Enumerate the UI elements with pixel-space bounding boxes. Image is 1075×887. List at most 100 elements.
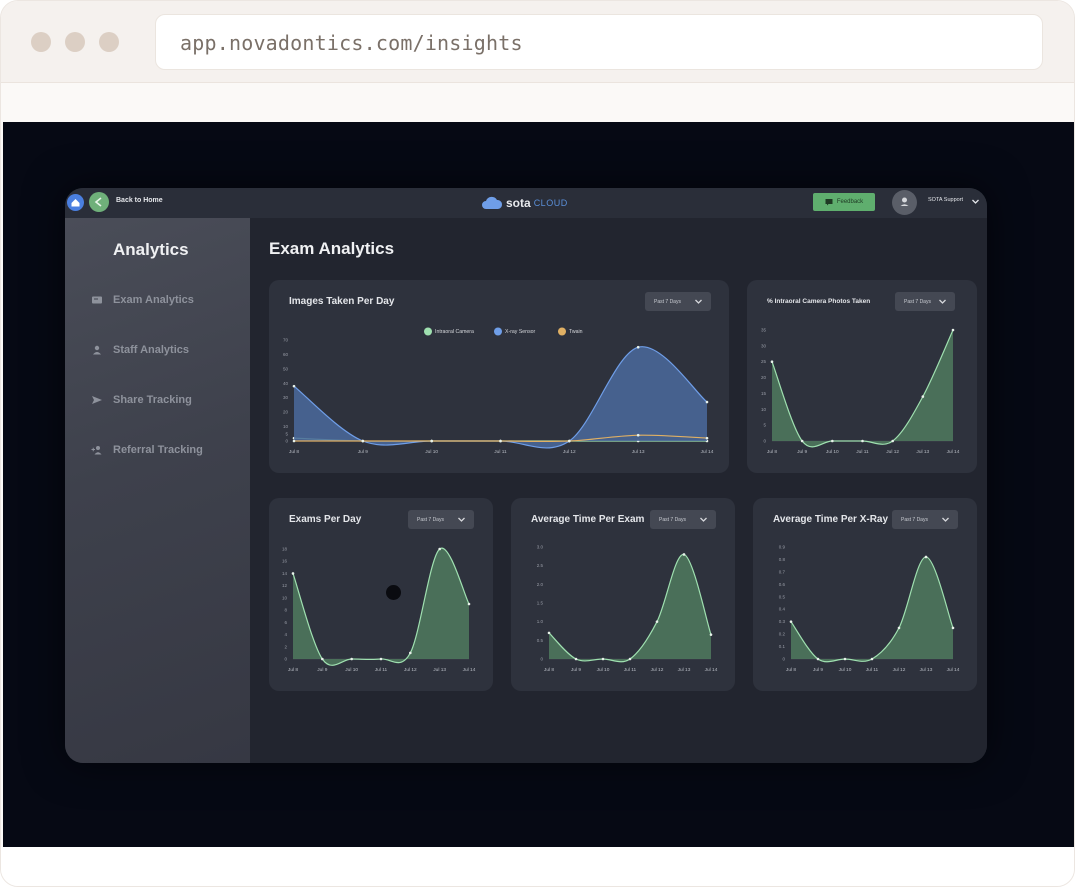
sidebar-item-label: Exam Analytics	[113, 294, 194, 306]
sidebar-item-share-tracking[interactable]: Share Tracking	[91, 390, 192, 410]
top-bar: Back to Home sota CLOUD Feedback SOTA Su…	[65, 188, 987, 218]
window-maximize-button[interactable]	[99, 32, 119, 52]
window-close-button[interactable]	[31, 32, 51, 52]
x-tick-label: Jul 11	[494, 449, 507, 455]
data-point	[682, 553, 686, 556]
x-tick-label: Jul 10	[826, 449, 839, 455]
images-taken-chart: 0 5 10 20 30 40 50 60 70 Jul 8 Jul 9 Jul 10 Jul 11 Ju…	[283, 327, 714, 455]
data-point	[601, 657, 605, 661]
y-tick-label: 12	[282, 583, 288, 588]
back-to-home-link[interactable]: Back to Home	[116, 197, 163, 204]
x-tick-label: Jul 9	[797, 449, 807, 455]
y-tick-label: 5	[285, 431, 288, 436]
data-point	[861, 439, 864, 443]
data-point	[292, 439, 296, 443]
user-name[interactable]: SOTA Support	[928, 197, 963, 203]
data-point	[709, 633, 713, 637]
y-tick-label: 50	[283, 366, 289, 371]
feedback-button[interactable]: Feedback	[813, 193, 875, 211]
data-point	[655, 620, 659, 623]
data-point	[430, 439, 433, 443]
data-point	[547, 631, 551, 635]
x-tick-label: Jul 12	[404, 667, 417, 673]
y-tick-label: 0	[284, 657, 287, 662]
legend-swatch	[494, 327, 502, 336]
data-point	[574, 657, 578, 661]
y-tick-label: 16	[282, 559, 288, 564]
x-tick-label: Jul 10	[425, 449, 438, 455]
data-point	[291, 572, 295, 575]
home-button[interactable]	[67, 194, 84, 211]
x-tick-label: Jul 10	[839, 667, 852, 673]
x-tick-label: Jul 11	[624, 667, 637, 673]
address-bar[interactable]: app.novadontics.com/insights	[155, 14, 1043, 70]
y-tick-label: 0.2	[779, 632, 786, 637]
chart-card-avg-time-exam: Average Time Per Exam Past 7 Days 0 0.5 1.…	[511, 498, 735, 691]
x-tick-label: Jul 12	[563, 449, 576, 455]
sidebar-item-referral-tracking[interactable]: Referral Tracking	[91, 440, 203, 460]
data-point	[831, 439, 834, 443]
x-tick-label: Jul 11	[375, 667, 388, 673]
person-icon	[93, 345, 101, 355]
y-tick-label: 0.4	[779, 607, 786, 612]
data-point	[897, 626, 901, 630]
y-tick-label: 0.1	[779, 644, 786, 649]
y-tick-label: 5	[763, 423, 766, 428]
y-tick-label: 3.0	[537, 545, 544, 550]
x-tick-label: Jul 12	[886, 449, 899, 455]
y-tick-label: 14	[282, 571, 288, 576]
x-tick-label: Jul 8	[786, 667, 796, 673]
legend-swatch	[424, 327, 432, 336]
data-point	[350, 657, 353, 661]
data-point	[800, 439, 804, 443]
data-point	[770, 360, 774, 364]
y-tick-label: 8	[284, 608, 287, 613]
y-tick-label: 0	[285, 439, 288, 444]
chart-card-avg-time-xray: Average Time Per X-Ray Past 7 Days 0 0.1 0…	[753, 498, 977, 691]
x-tick-label: Jul 9	[571, 667, 581, 673]
data-point	[789, 620, 793, 623]
data-point	[568, 439, 571, 443]
x-tick-label: Jul 14	[463, 667, 476, 673]
screenshot-stage: Back to Home sota CLOUD Feedback SOTA Su…	[3, 122, 1074, 847]
data-point	[891, 439, 894, 443]
x-tick-label: Jul 9	[813, 667, 823, 673]
chart-card-exams-per-day: Exams Per Day Past 7 Days 0 2 4 6 8 10 12 14 16 1…	[269, 498, 493, 691]
exams-per-day-chart: 0 2 4 6 8 10 12 14 16 18 Jul 8 Jul 9 Jul 10 Jul 11 Jul…	[282, 547, 476, 674]
y-tick-label: 30	[761, 343, 767, 348]
x-tick-label: Jul 13	[433, 667, 446, 673]
sidebar-item-label: Share Tracking	[113, 394, 192, 406]
window-minimize-button[interactable]	[65, 32, 85, 52]
user-avatar[interactable]	[892, 190, 917, 215]
exam-icon	[92, 296, 102, 304]
x-tick-label: Jul 12	[893, 667, 906, 673]
y-tick-label: 10	[761, 407, 767, 412]
series-area	[294, 346, 707, 448]
logo-cloud-text: CLOUD	[533, 198, 568, 208]
chevron-down-icon[interactable]	[971, 197, 980, 206]
x-tick-label: Jul 13	[920, 667, 933, 673]
sidebar-item-exam-analytics[interactable]: Exam Analytics	[91, 290, 194, 310]
data-point	[361, 439, 365, 443]
add-user-icon	[91, 446, 102, 455]
data-point	[843, 657, 847, 661]
y-tick-label: 0	[763, 439, 766, 444]
home-icon	[71, 199, 80, 207]
data-point	[951, 328, 955, 332]
user-icon	[900, 197, 909, 206]
sota-logo: sota CLOUD	[481, 193, 568, 213]
x-tick-label: Jul 13	[916, 449, 929, 455]
browser-window: app.novadontics.com/insights Back to Hom…	[0, 0, 1075, 887]
data-point	[636, 433, 640, 437]
back-button[interactable]	[89, 192, 109, 212]
main-content: Exam Analytics Images Taken Per Day Past…	[250, 218, 987, 763]
y-tick-label: 10	[282, 595, 288, 600]
y-tick-label: 40	[283, 381, 289, 386]
data-point	[409, 651, 412, 655]
y-tick-label: 0	[540, 657, 543, 662]
y-tick-label: 6	[284, 620, 287, 625]
sidebar-item-staff-analytics[interactable]: Staff Analytics	[91, 340, 189, 360]
avg-time-xray-chart: 0 0.1 0.2 0.3 0.4 0.5 0.6 0.7 0.8 0.9 Jul 8 Jul 9 Ju…	[779, 545, 960, 674]
x-tick-label: Jul 14	[705, 667, 718, 673]
data-point	[438, 547, 441, 551]
